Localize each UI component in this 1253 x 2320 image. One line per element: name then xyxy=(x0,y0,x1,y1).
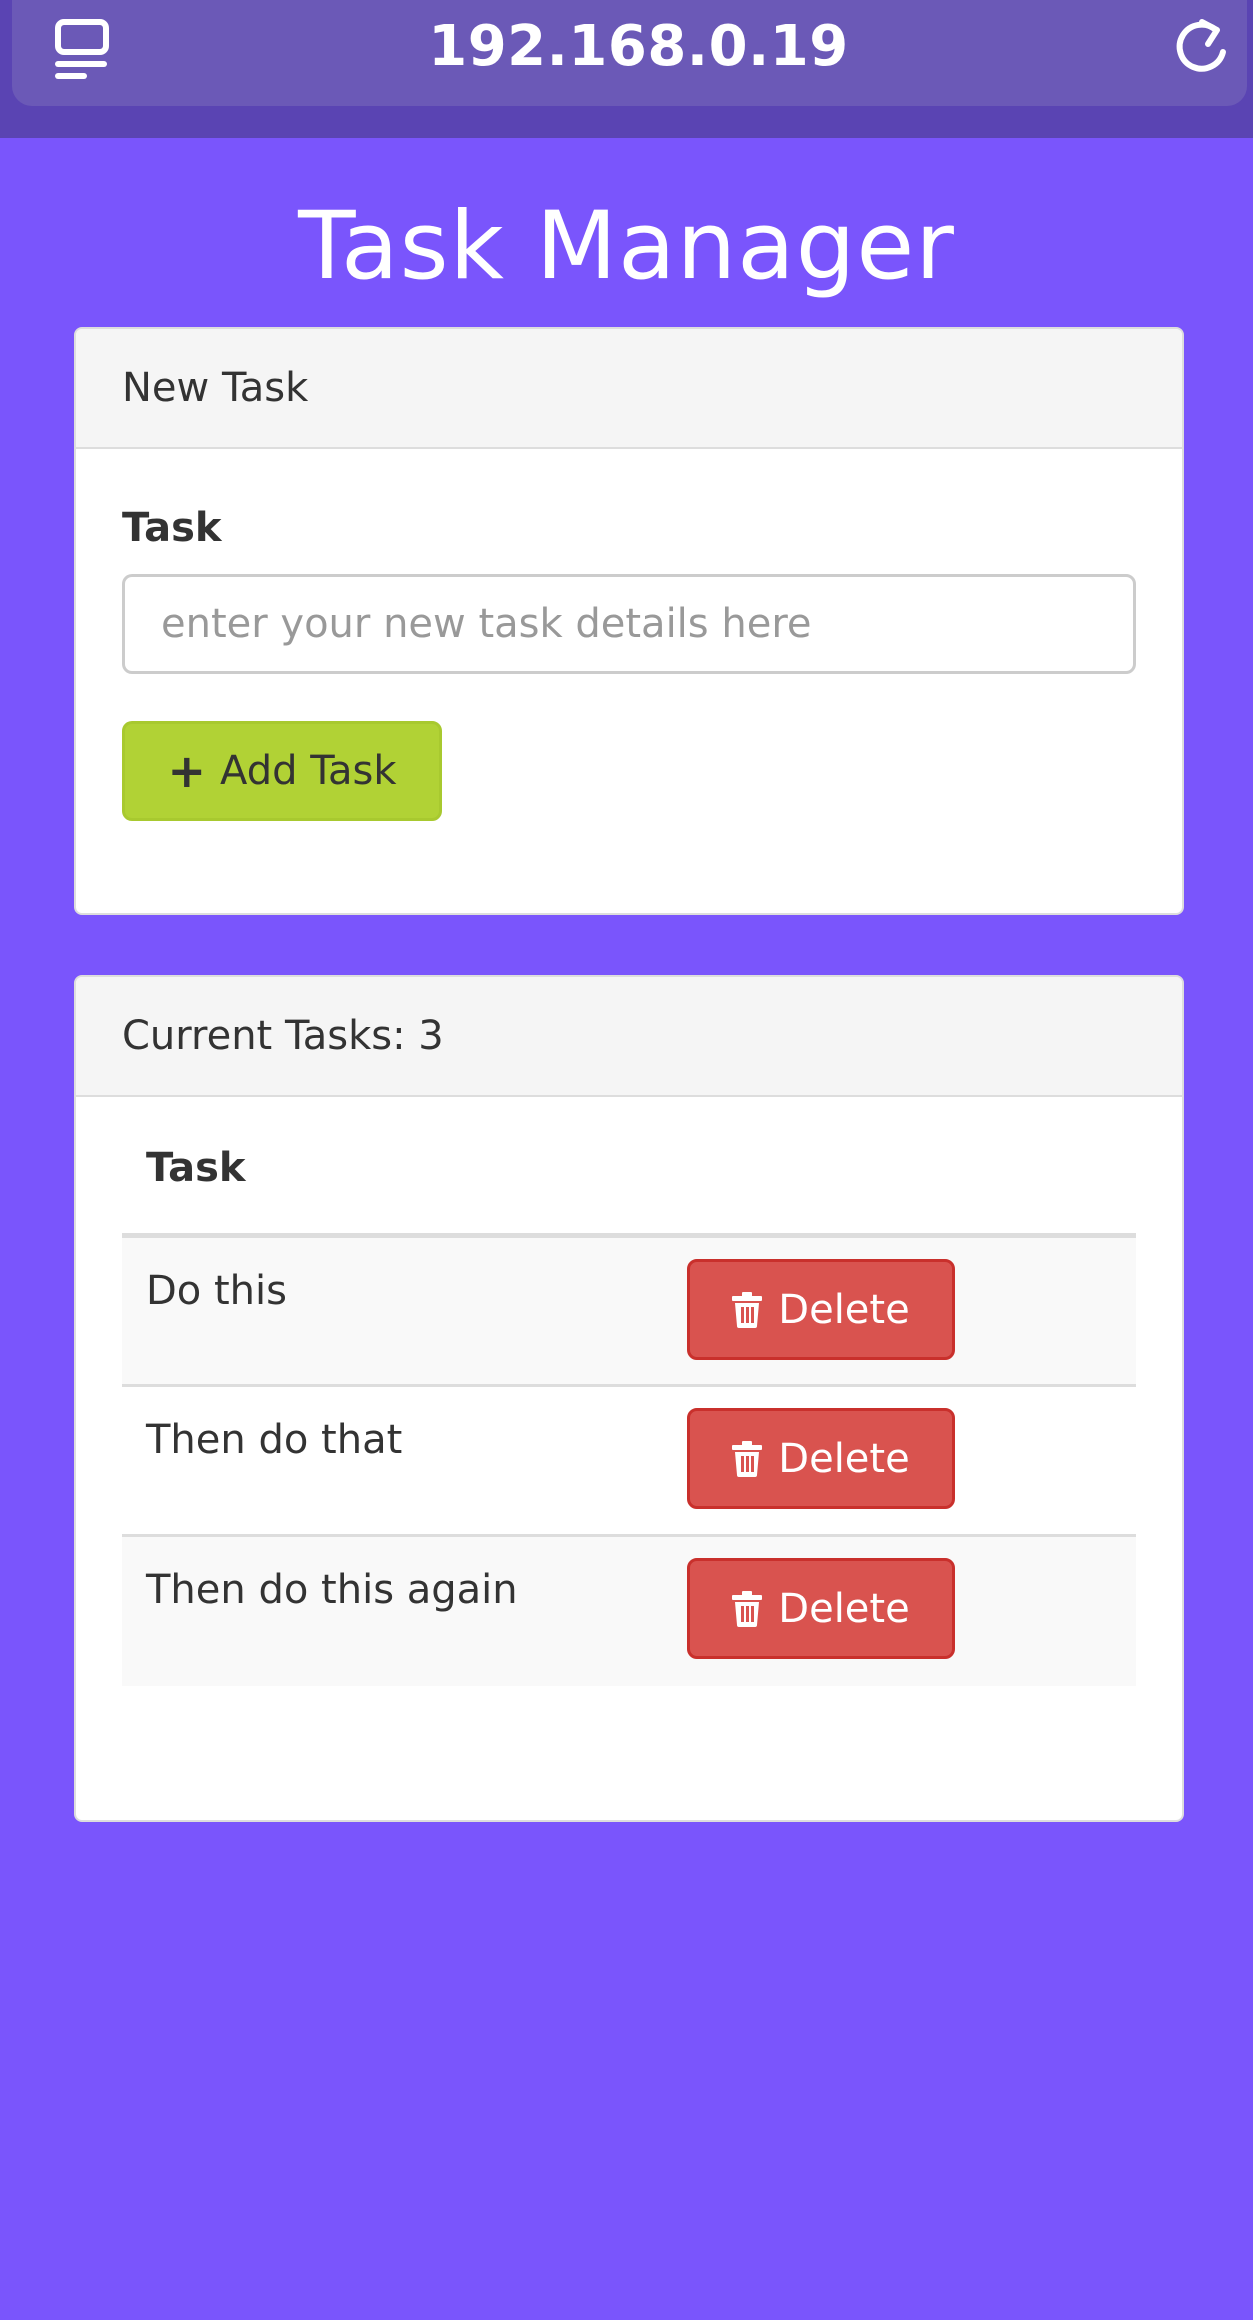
delete-button-label: Delete xyxy=(778,1435,910,1482)
tabs-icon[interactable] xyxy=(54,18,114,82)
trash-icon xyxy=(732,1291,763,1328)
task-text: Do this xyxy=(122,1235,687,1386)
delete-button-label: Delete xyxy=(778,1286,910,1333)
task-input[interactable] xyxy=(122,574,1136,674)
delete-task-button[interactable]: Delete xyxy=(687,1408,955,1509)
delete-button-label: Delete xyxy=(778,1585,910,1632)
add-task-button[interactable]: + Add Task xyxy=(122,721,442,821)
plus-icon: + xyxy=(167,744,207,798)
trash-icon xyxy=(732,1590,763,1627)
task-row: Then do this again Delete xyxy=(122,1534,1136,1686)
address-bar-url[interactable]: 192.168.0.19 xyxy=(312,14,965,79)
action-column-header xyxy=(687,1145,1136,1238)
new-task-heading: New Task xyxy=(76,329,1182,449)
task-table: Task Do this Delete Then do that Delete … xyxy=(122,1145,1136,1686)
delete-task-button[interactable]: Delete xyxy=(687,1558,955,1659)
task-text: Then do this again xyxy=(122,1534,687,1686)
browser-toolbar: 192.168.0.19 xyxy=(12,0,1247,106)
trash-icon xyxy=(732,1440,763,1477)
task-field-label: Task xyxy=(122,505,222,551)
task-row: Do this Delete xyxy=(122,1235,1136,1386)
task-text: Then do that xyxy=(122,1384,687,1536)
current-tasks-panel: Current Tasks: 3 Task Do this Delete The… xyxy=(74,975,1184,1822)
new-task-panel: New Task Task + Add Task xyxy=(74,327,1184,915)
task-column-header: Task xyxy=(122,1145,687,1238)
delete-task-button[interactable]: Delete xyxy=(687,1259,955,1360)
page-title: Task Manager xyxy=(298,192,955,301)
current-tasks-heading: Current Tasks: 3 xyxy=(76,977,1182,1097)
task-row: Then do that Delete xyxy=(122,1384,1136,1536)
reload-icon[interactable] xyxy=(1172,16,1230,78)
add-task-button-label: Add Task xyxy=(220,748,397,794)
